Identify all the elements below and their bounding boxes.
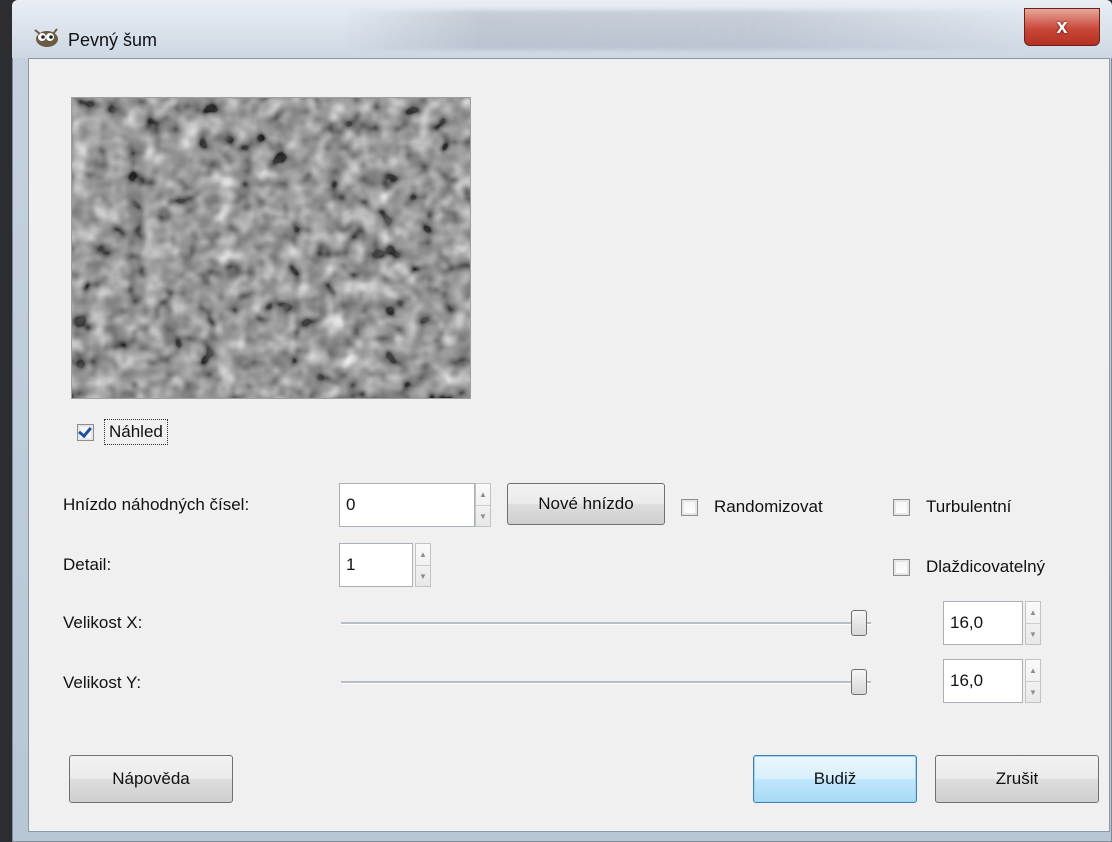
- turbulent-toggle[interactable]: Turbulentní: [893, 497, 1011, 517]
- close-button[interactable]: x: [1024, 8, 1100, 46]
- seed-spinner[interactable]: ▲ ▼: [475, 483, 491, 527]
- window-title: Pevný šum: [68, 30, 158, 50]
- ok-button[interactable]: Budiž: [753, 755, 917, 803]
- size-y-label: Velikost Y:: [63, 673, 142, 692]
- spin-up-icon[interactable]: ▲: [1026, 602, 1040, 623]
- dialog-window: Pevný šum x Náhled Hnízdo náhodných číse…: [12, 0, 1112, 842]
- seed-label: Hnízdo náhodných čísel:: [63, 495, 250, 514]
- new-seed-button[interactable]: Nové hnízdo: [507, 483, 665, 525]
- title-bar[interactable]: Pevný šum x: [12, 0, 1112, 58]
- spin-down-icon[interactable]: ▼: [1026, 623, 1040, 645]
- tileable-checkbox[interactable]: [893, 558, 910, 576]
- tileable-toggle[interactable]: Dlaždicovatelný: [893, 557, 1045, 577]
- randomize-label: Randomizovat: [714, 497, 823, 516]
- size-y-spinner[interactable]: ▲ ▼: [1025, 659, 1041, 703]
- size-x-input[interactable]: 16,0: [943, 601, 1023, 645]
- tileable-label: Dlaždicovatelný: [926, 557, 1046, 576]
- randomize-checkbox[interactable]: [681, 498, 698, 516]
- noise-preview: [71, 97, 471, 399]
- turbulent-label: Turbulentní: [926, 497, 1012, 516]
- size-x-slider-thumb[interactable]: [851, 610, 867, 636]
- dialog-content: Náhled Hnízdo náhodných čísel: 0 ▲ ▼ Nov…: [28, 58, 1110, 832]
- noise-preview-image: [72, 98, 470, 398]
- size-x-label: Velikost X:: [63, 613, 143, 632]
- close-icon: x: [1056, 15, 1068, 38]
- size-y-input[interactable]: 16,0: [943, 659, 1023, 703]
- detail-input[interactable]: 1: [339, 543, 413, 587]
- spin-up-icon[interactable]: ▲: [1026, 660, 1040, 681]
- turbulent-checkbox[interactable]: [893, 498, 910, 516]
- cancel-button[interactable]: Zrušit: [935, 755, 1099, 803]
- gimp-wilber-icon: [34, 28, 58, 47]
- size-x-slider-track[interactable]: [341, 622, 871, 625]
- detail-spinner[interactable]: ▲ ▼: [415, 543, 431, 587]
- preview-toggle[interactable]: Náhled: [77, 419, 168, 445]
- size-y-slider-thumb[interactable]: [851, 669, 867, 695]
- randomize-toggle[interactable]: Randomizovat: [681, 497, 823, 517]
- title-bar-background: [342, 10, 1042, 50]
- size-y-slider-track[interactable]: [341, 681, 871, 684]
- spin-up-icon[interactable]: ▲: [476, 484, 490, 505]
- seed-input[interactable]: 0: [339, 483, 475, 527]
- spin-down-icon[interactable]: ▼: [416, 565, 430, 587]
- spin-down-icon[interactable]: ▼: [476, 505, 490, 527]
- size-x-spinner[interactable]: ▲ ▼: [1025, 601, 1041, 645]
- spin-up-icon[interactable]: ▲: [416, 544, 430, 565]
- help-button[interactable]: Nápověda: [69, 755, 233, 803]
- detail-label: Detail:: [63, 555, 112, 574]
- spin-down-icon[interactable]: ▼: [1026, 681, 1040, 703]
- preview-checkbox[interactable]: [77, 423, 94, 441]
- preview-label: Náhled: [104, 419, 168, 445]
